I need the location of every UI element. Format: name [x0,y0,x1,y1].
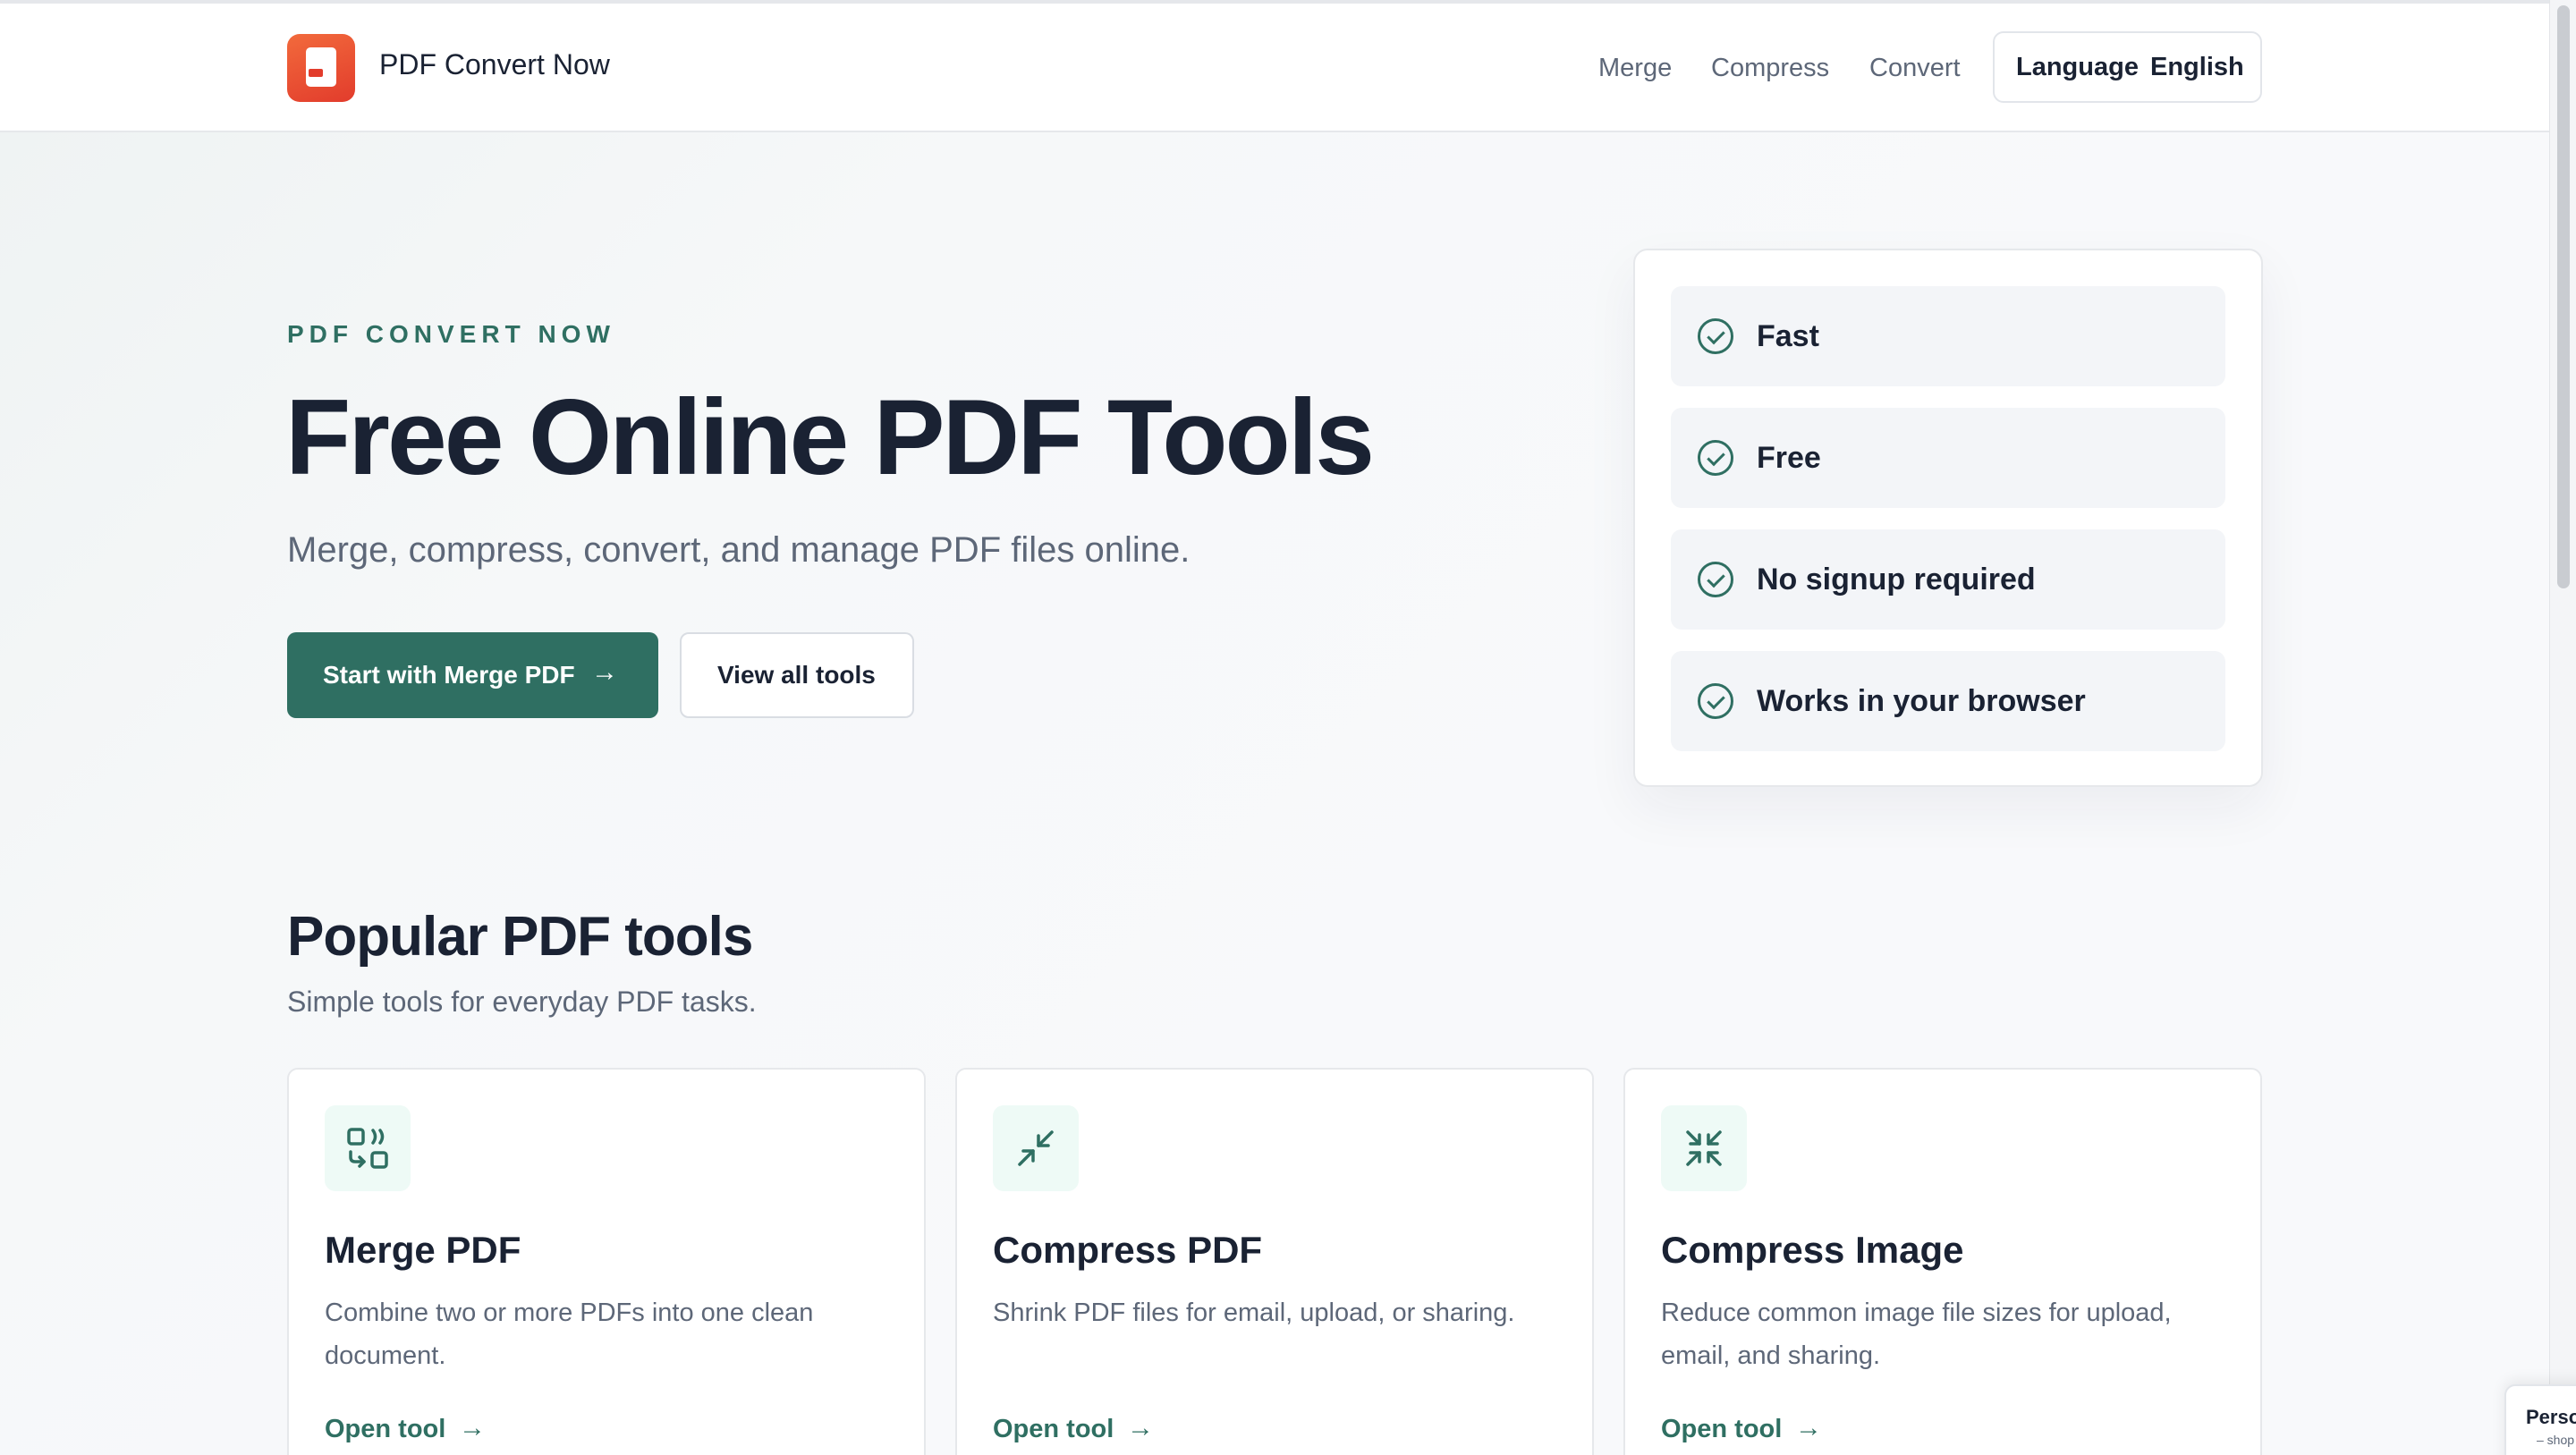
feature-label: No signup required [1757,563,2036,596]
view-all-tools-label: View all tools [717,661,876,689]
arrow-right-icon: → [591,657,618,687]
pdf-logo-icon[interactable] [287,34,355,102]
vertical-scrollbar[interactable] [2549,0,2576,1455]
tools-section-subtitle: Simple tools for everyday PDF tasks. [287,986,757,1018]
arrow-right-icon: → [1795,1413,1822,1442]
language-value: English [2150,53,2244,81]
check-circle-icon [1698,562,1733,597]
feature-label: Works in your browser [1757,684,2086,718]
tool-name: Compress Image [1661,1229,1964,1271]
nav-compress[interactable]: Compress [1711,54,1829,83]
compress-image-icon [1661,1105,1747,1191]
language-selector[interactable]: Language English [1993,31,2262,103]
tool-card-compress-image[interactable]: Compress Image Reduce common image file … [1623,1068,2262,1455]
check-circle-icon [1698,318,1733,354]
feature-item: Fast [1671,286,2225,386]
feature-label: Free [1757,441,1821,475]
hero-eyebrow: PDF CONVERT NOW [287,320,615,348]
tool-name: Merge PDF [325,1229,521,1271]
compress-icon [993,1105,1079,1191]
hero-title: Free Online PDF Tools [285,377,1375,497]
merge-icon [325,1105,411,1191]
tool-name: Compress PDF [993,1229,1263,1271]
nav-merge[interactable]: Merge [1598,54,1672,83]
open-tool-link[interactable]: Open tool [993,1415,1114,1444]
site-header: PDF Convert Now Merge Compress Convert L… [0,4,2549,132]
feature-label: Fast [1757,319,1819,353]
scrollbar-thumb[interactable] [2557,5,2570,588]
page: PDF Convert Now Merge Compress Convert L… [0,0,2549,1455]
features-card: Fast Free No signup required Works in yo… [1633,249,2263,787]
check-circle-icon [1698,683,1733,719]
arrow-right-icon: → [459,1413,486,1442]
start-merge-button[interactable]: Start with Merge PDF → [287,632,658,718]
open-tool-link[interactable]: Open tool [1661,1415,1782,1444]
tools-section-title: Popular PDF tools [287,906,753,968]
nav-convert[interactable]: Convert [1869,54,1961,83]
consent-widget[interactable]: Perso – shop [2504,1384,2576,1455]
brand-name[interactable]: PDF Convert Now [379,48,610,81]
open-tool-link[interactable]: Open tool [325,1415,445,1444]
tool-description: Reduce common image file sizes for uploa… [1661,1299,2172,1370]
feature-item: No signup required [1671,529,2225,630]
check-circle-icon [1698,440,1733,476]
consent-title: Perso [2526,1406,2576,1428]
start-merge-label: Start with Merge PDF [323,661,575,689]
tool-card-compress-pdf[interactable]: Compress PDF Shrink PDF files for email,… [955,1068,1594,1455]
feature-item: Free [1671,408,2225,508]
tool-description: Combine two or more PDFs into one clean … [325,1299,814,1370]
consent-text: – shop [2537,1433,2575,1447]
tool-card-merge-pdf[interactable]: Merge PDF Combine two or more PDFs into … [287,1068,926,1455]
feature-item: Works in your browser [1671,651,2225,751]
tool-description: Shrink PDF files for email, upload, or s… [993,1299,1515,1327]
language-label: Language [2016,53,2139,81]
arrow-right-icon: → [1127,1413,1154,1442]
view-all-tools-button[interactable]: View all tools [680,632,914,718]
hero-subtitle: Merge, compress, convert, and manage PDF… [287,530,1191,570]
